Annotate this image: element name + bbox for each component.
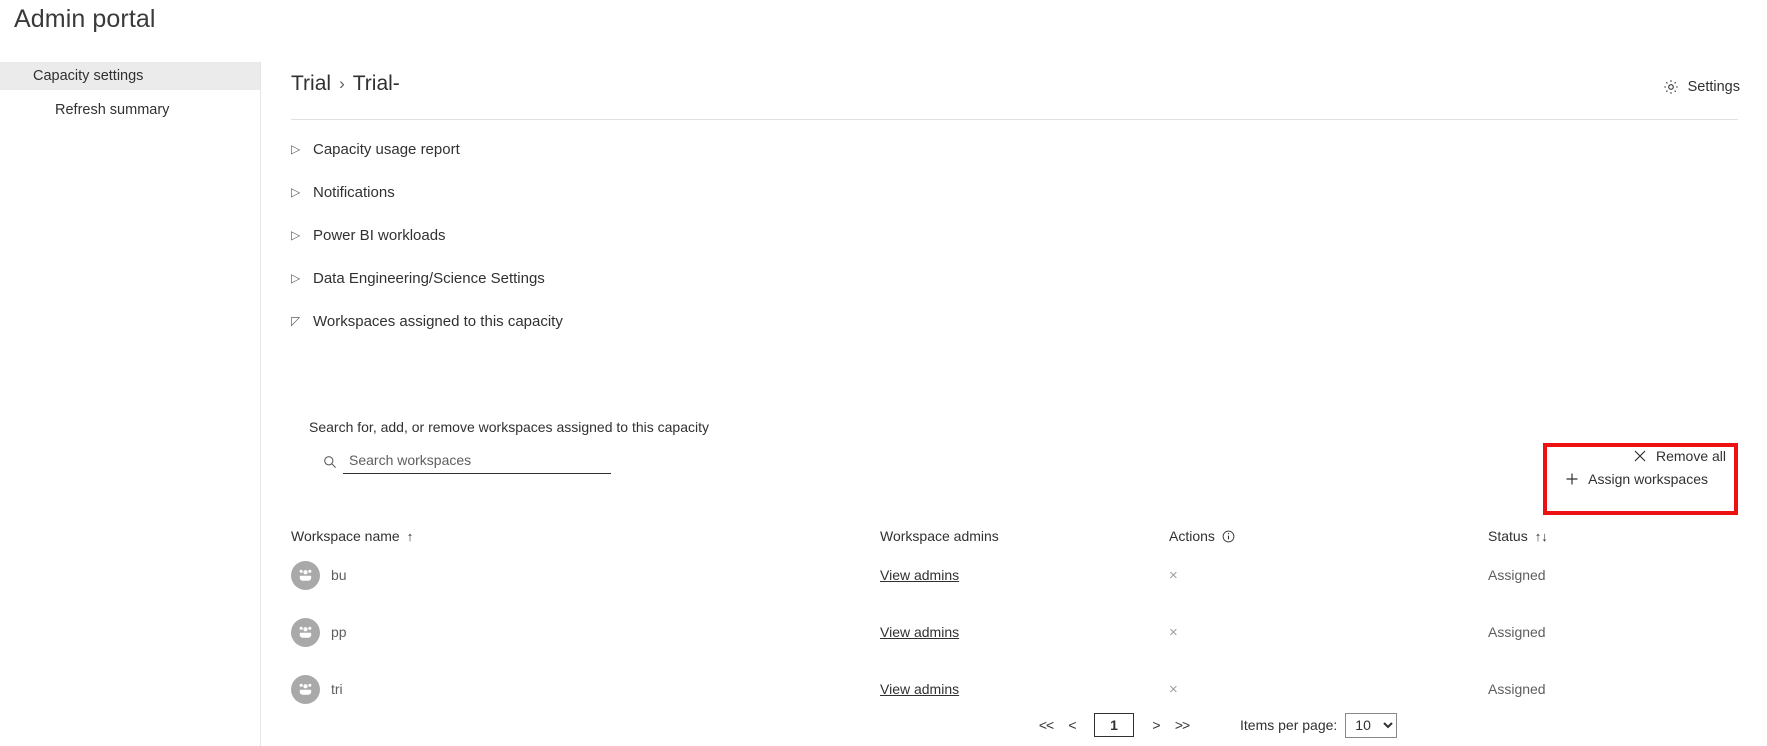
cell-actions: × — [1169, 672, 1178, 706]
workspaces-description: Search for, add, or remove workspaces as… — [309, 419, 709, 435]
view-admins-link[interactable]: View admins — [880, 681, 959, 697]
workspace-name-text: tri — [331, 681, 343, 697]
items-per-page-group: Items per page: 102050100 — [1240, 712, 1398, 738]
cell-workspace-admins: View admins — [880, 615, 959, 649]
breadcrumb: Trial › Trial- — [291, 72, 400, 96]
section-label: Notifications — [313, 183, 395, 201]
chevron-down-icon: ◸ — [291, 314, 301, 328]
last-page-button[interactable]: >> — [1169, 717, 1195, 733]
info-icon[interactable] — [1222, 530, 1235, 543]
sidebar-item-refresh-summary[interactable]: Refresh summary — [0, 96, 260, 124]
pagination: << < > >> Items per page: 102050100 — [291, 710, 1738, 740]
breadcrumb-item-trial[interactable]: Trial — [291, 72, 331, 96]
assign-workspaces-label: Assign workspaces — [1588, 471, 1708, 487]
settings-accordion: ▷ Capacity usage report ▷ Notifications … — [291, 139, 1738, 354]
remove-workspace-icon[interactable]: × — [1169, 682, 1178, 697]
chevron-right-icon: ▷ — [291, 228, 301, 242]
cell-actions: × — [1169, 615, 1178, 649]
status-badge: Assigned — [1488, 681, 1546, 697]
group-people-icon — [291, 674, 320, 704]
next-page-button[interactable]: > — [1143, 717, 1169, 733]
status-badge: Assigned — [1488, 567, 1546, 583]
column-label: Workspace name — [291, 528, 400, 544]
cell-workspace-name: tri — [291, 672, 343, 706]
section-label: Data Engineering/Science Settings — [313, 269, 545, 287]
cell-workspace-name: pp — [291, 615, 347, 649]
sidebar-item-capacity-settings[interactable]: Capacity settings — [0, 62, 260, 90]
sort-ascending-icon: ↑ — [406, 528, 414, 544]
section-power-bi-workloads[interactable]: ▷ Power BI workloads — [291, 225, 1738, 245]
items-per-page-label: Items per page: — [1240, 717, 1338, 733]
chevron-right-icon: › — [339, 74, 345, 93]
assign-workspaces-button[interactable]: Assign workspaces — [1553, 460, 1720, 498]
cell-status: Assigned — [1488, 615, 1546, 649]
column-label: Status — [1488, 528, 1528, 544]
search-input[interactable] — [343, 452, 611, 474]
section-workspaces-assigned[interactable]: ◸ Workspaces assigned to this capacity — [291, 311, 1738, 331]
gear-icon — [1663, 79, 1679, 95]
search-box — [323, 452, 611, 474]
header-divider — [291, 119, 1738, 120]
previous-page-button[interactable]: < — [1059, 717, 1085, 733]
remove-workspace-icon[interactable]: × — [1169, 625, 1178, 640]
column-workspace-name[interactable]: Workspace name ↑ — [291, 528, 413, 544]
settings-button[interactable]: Settings — [1663, 79, 1740, 95]
section-capacity-usage-report[interactable]: ▷ Capacity usage report — [291, 139, 1738, 159]
column-actions: Actions — [1169, 528, 1235, 544]
section-data-engineering-science-settings[interactable]: ▷ Data Engineering/Science Settings — [291, 268, 1738, 288]
status-badge: Assigned — [1488, 624, 1546, 640]
chevron-right-icon: ▷ — [291, 142, 301, 156]
column-label: Workspace admins — [880, 528, 999, 544]
pagination-controls: << < > >> — [1033, 713, 1195, 737]
remove-workspace-icon[interactable]: × — [1169, 568, 1178, 583]
cell-status: Assigned — [1488, 672, 1546, 706]
cell-actions: × — [1169, 558, 1178, 592]
cell-status: Assigned — [1488, 558, 1546, 592]
settings-label: Settings — [1687, 79, 1740, 95]
page-title: Admin portal — [14, 5, 156, 33]
sidebar-item-label: Capacity settings — [33, 68, 144, 84]
search-icon — [323, 455, 337, 469]
first-page-button[interactable]: << — [1033, 717, 1059, 733]
sort-toggle-icon: ↑↓ — [1534, 528, 1548, 544]
items-per-page-select[interactable]: 102050100 — [1345, 712, 1398, 738]
workspace-name-text: pp — [331, 624, 347, 640]
workspace-name-text: bu — [331, 567, 347, 583]
breadcrumb-item-current[interactable]: Trial- — [353, 72, 400, 96]
table-row: pp View admins × Assigned — [291, 615, 1738, 672]
cell-workspace-admins: View admins — [880, 672, 959, 706]
admin-portal-page: Admin portal Capacity settings Refresh s… — [0, 0, 1767, 746]
table-row: bu View admins × Assigned — [291, 558, 1738, 615]
workspaces-command-bar: Remove all Assign workspaces — [1543, 437, 1738, 515]
column-status[interactable]: Status ↑↓ — [1488, 528, 1548, 544]
section-label: Workspaces assigned to this capacity — [313, 312, 563, 330]
table-header-row: Workspace name ↑ Workspace admins Action… — [291, 528, 1738, 558]
column-workspace-admins: Workspace admins — [880, 528, 999, 544]
section-notifications[interactable]: ▷ Notifications — [291, 182, 1738, 202]
chevron-right-icon: ▷ — [291, 185, 301, 199]
plus-icon — [1565, 472, 1579, 486]
group-people-icon — [291, 617, 320, 647]
sidebar-item-label: Refresh summary — [55, 102, 170, 118]
sidebar: Capacity settings Refresh summary — [0, 62, 261, 746]
cell-workspace-name: bu — [291, 558, 347, 592]
section-label: Capacity usage report — [313, 140, 460, 158]
workspaces-table: Workspace name ↑ Workspace admins Action… — [291, 528, 1738, 729]
view-admins-link[interactable]: View admins — [880, 624, 959, 640]
column-label: Actions — [1169, 528, 1215, 544]
chevron-right-icon: ▷ — [291, 271, 301, 285]
view-admins-link[interactable]: View admins — [880, 567, 959, 583]
main-content: Trial › Trial- Settings ▷ Capacity usage… — [261, 62, 1767, 746]
section-label: Power BI workloads — [313, 226, 446, 244]
group-people-icon — [291, 560, 320, 590]
cell-workspace-admins: View admins — [880, 558, 959, 592]
current-page-input[interactable] — [1094, 713, 1134, 737]
